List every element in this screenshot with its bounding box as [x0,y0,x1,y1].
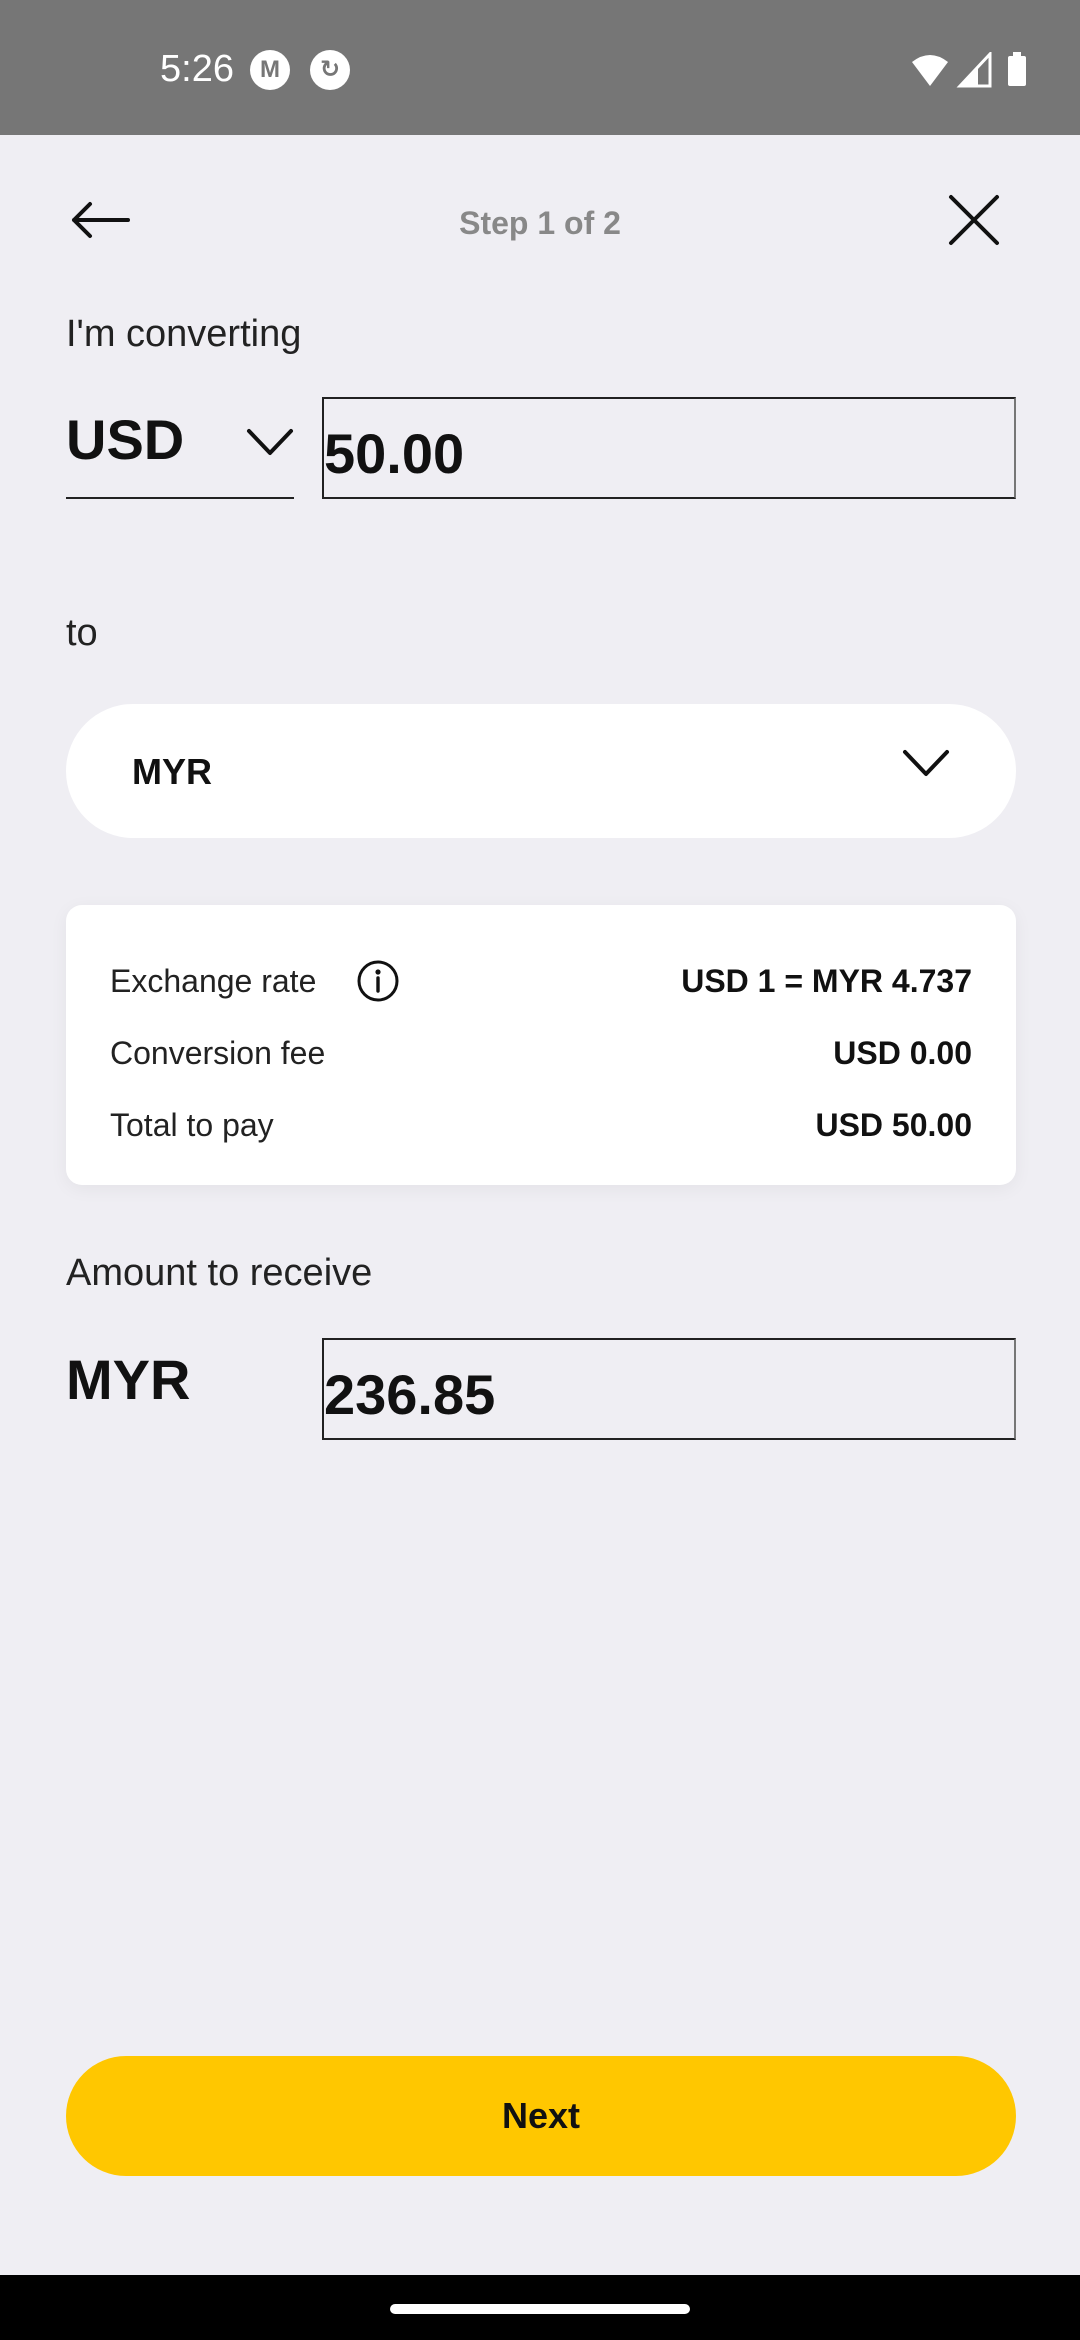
status-time: 5:26 [160,48,234,90]
to-currency-code: MYR [132,751,212,792]
next-button[interactable]: Next [66,2056,1016,2176]
system-nav-bar [0,2275,1080,2340]
battery-icon [1008,52,1026,86]
chevron-down-icon [903,750,949,776]
home-indicator[interactable] [390,2304,690,2314]
to-label: to [66,612,98,654]
receive-currency-code: MYR [66,1348,191,1411]
total-to-pay-row: Total to pay USD 50.00 [110,1101,972,1149]
total-to-pay-label: Total to pay [110,1107,274,1143]
status-bar: 5:26 M ↻ [0,0,1080,135]
chevron-down-icon [247,429,293,455]
close-button[interactable] [929,175,1019,265]
refresh-logo-icon: ↻ [310,50,350,90]
converting-label: I'm converting [66,313,302,355]
receive-amount-input[interactable] [322,1338,1016,1440]
total-to-pay-value: USD 50.00 [815,1107,972,1143]
convert-amount-input[interactable] [322,397,1016,499]
exchange-rate-label: Exchange rate [110,963,317,999]
conversion-fee-row: Conversion fee USD 0.00 [110,1029,972,1077]
from-currency-select[interactable]: USD [66,397,294,499]
cell-signal-icon [956,52,992,88]
wifi-icon [912,55,948,86]
status-icons [910,52,1030,88]
exchange-rate-row: Exchange rate USD 1 = MYR 4.737 [110,957,972,1005]
m-logo-icon: M [250,50,290,90]
from-currency-code: USD [66,408,185,471]
amount-to-receive-label: Amount to receive [66,1252,373,1294]
exchange-rate-value: USD 1 = MYR 4.737 [681,963,972,999]
step-indicator: Step 1 of 2 [459,205,621,241]
to-currency-select[interactable]: MYR [66,704,1016,838]
conversion-fee-label: Conversion fee [110,1035,326,1071]
convert-screen: Step 1 of 2 I'm converting USD to MYR Ex… [0,135,1080,2275]
close-icon [949,195,999,245]
info-icon[interactable] [356,959,400,1003]
rate-summary-card: Exchange rate USD 1 = MYR 4.737 Conversi… [66,905,1016,1185]
conversion-fee-value: USD 0.00 [833,1035,972,1071]
